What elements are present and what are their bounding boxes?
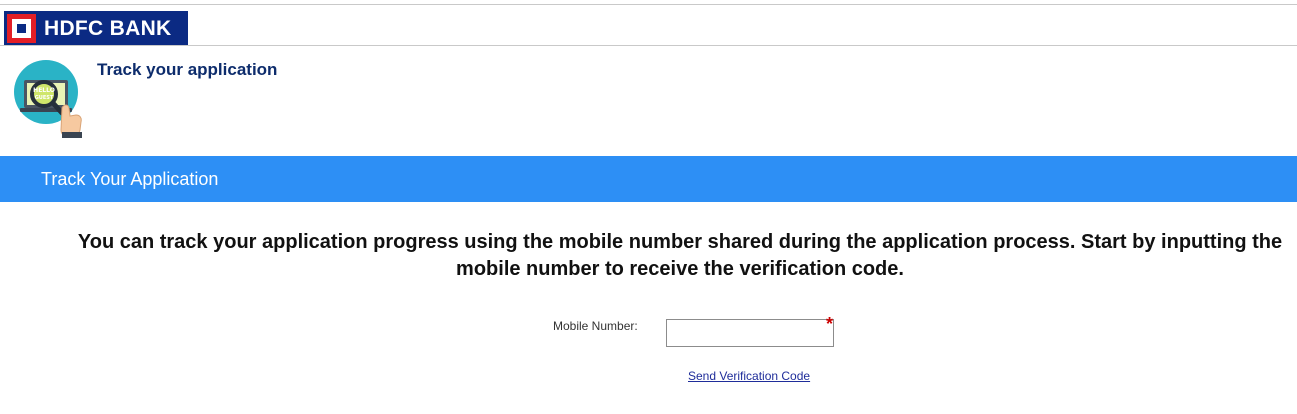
mobile-number-input[interactable] [666, 319, 834, 347]
hdfc-logo-mark-icon [7, 14, 36, 43]
page-title: Track your application [97, 60, 278, 79]
section-banner: Track Your Application [0, 156, 1297, 202]
send-verification-code-link[interactable]: Send Verification Code [688, 369, 810, 383]
banner-title: Track Your Application [41, 169, 219, 189]
illustration-text-guest: GUEST [35, 95, 54, 101]
logo-text: HDFC BANK [44, 16, 172, 40]
hdfc-bank-logo[interactable]: HDFC BANK [4, 11, 188, 46]
mobile-number-label: Mobile Number: [553, 319, 638, 333]
site-header: HDFC BANK [0, 5, 1297, 46]
header-divider [0, 45, 1297, 46]
required-marker: * [826, 314, 834, 334]
illustration-text-hello: HELLO [33, 87, 55, 94]
instructions-text: You can track your application progress … [77, 231, 1283, 280]
track-application-illustration-icon: HELLO GUEST [14, 60, 82, 138]
